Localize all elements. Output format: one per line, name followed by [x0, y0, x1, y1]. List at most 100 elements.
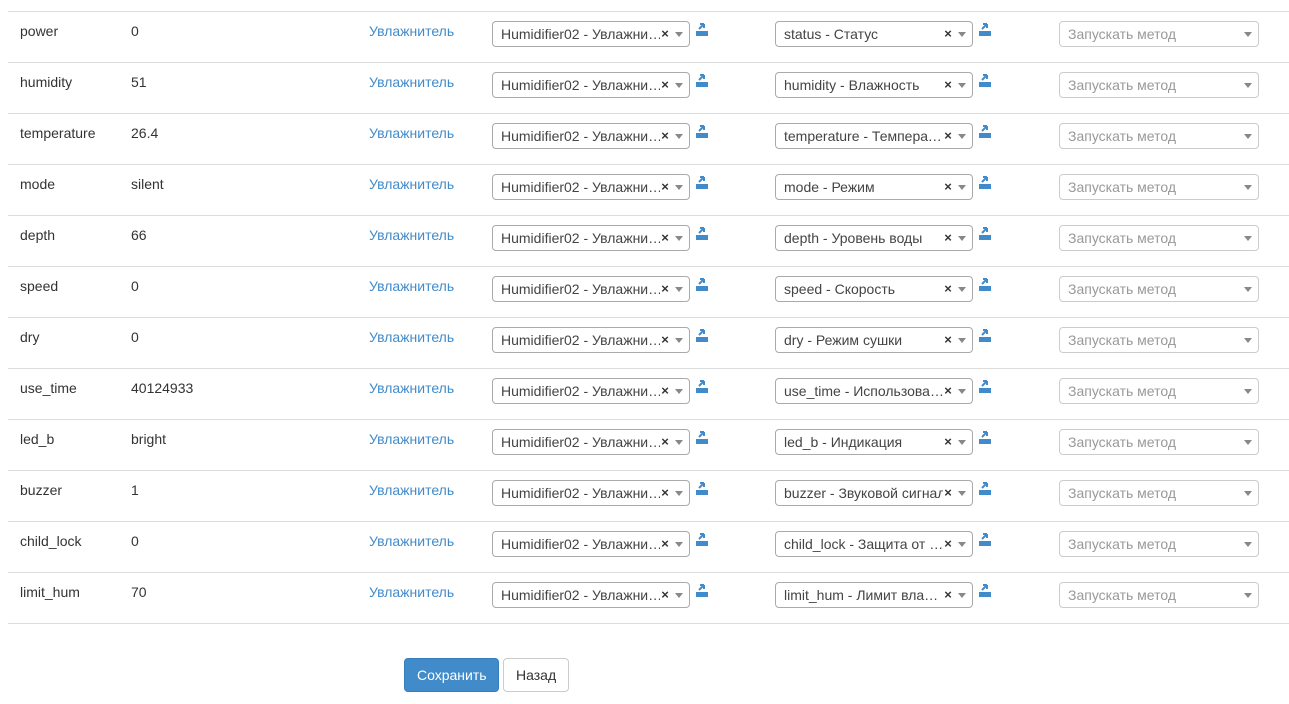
- property-select[interactable]: dry - Режим сушки ×: [775, 327, 973, 353]
- property-select-value: dry - Режим сушки: [784, 332, 903, 348]
- device-link[interactable]: Увлажнитель: [369, 176, 454, 192]
- clear-icon[interactable]: ×: [660, 383, 670, 399]
- clear-icon[interactable]: ×: [660, 230, 670, 246]
- clear-icon[interactable]: ×: [660, 434, 670, 450]
- object-select[interactable]: Humidifier02 - Увлажнитель ×: [492, 276, 690, 302]
- clear-icon[interactable]: ×: [943, 383, 953, 399]
- external-link-icon[interactable]: [978, 533, 992, 547]
- clear-icon[interactable]: ×: [943, 434, 953, 450]
- external-link-icon[interactable]: [978, 227, 992, 241]
- external-link-icon[interactable]: [695, 329, 709, 343]
- external-link-icon[interactable]: [978, 329, 992, 343]
- clear-icon[interactable]: ×: [943, 230, 953, 246]
- clear-icon[interactable]: ×: [660, 587, 670, 603]
- method-select[interactable]: Запускать метод: [1059, 21, 1259, 47]
- device-link[interactable]: Увлажнитель: [369, 584, 454, 600]
- property-select[interactable]: temperature - Температура ×: [775, 123, 973, 149]
- external-link-icon[interactable]: [978, 23, 992, 37]
- object-select[interactable]: Humidifier02 - Увлажнитель ×: [492, 174, 690, 200]
- method-select[interactable]: Запускать метод: [1059, 225, 1259, 251]
- method-select[interactable]: Запускать метод: [1059, 123, 1259, 149]
- clear-icon[interactable]: ×: [943, 536, 953, 552]
- property-select[interactable]: buzzer - Звуковой сигнал ×: [775, 480, 973, 506]
- device-link[interactable]: Увлажнитель: [369, 74, 454, 90]
- device-link[interactable]: Увлажнитель: [369, 125, 454, 141]
- clear-icon[interactable]: ×: [660, 332, 670, 348]
- external-link-icon[interactable]: [978, 125, 992, 139]
- clear-icon[interactable]: ×: [943, 179, 953, 195]
- external-link-icon[interactable]: [695, 431, 709, 445]
- clear-icon[interactable]: ×: [660, 179, 670, 195]
- clear-icon[interactable]: ×: [943, 485, 953, 501]
- device-link[interactable]: Увлажнитель: [369, 533, 454, 549]
- external-link-icon[interactable]: [978, 482, 992, 496]
- method-select[interactable]: Запускать метод: [1059, 327, 1259, 353]
- clear-icon[interactable]: ×: [660, 281, 670, 297]
- clear-icon[interactable]: ×: [660, 536, 670, 552]
- clear-icon[interactable]: ×: [943, 281, 953, 297]
- external-link-icon[interactable]: [695, 482, 709, 496]
- external-link-icon[interactable]: [978, 74, 992, 88]
- property-select[interactable]: child_lock - Защита от детей×: [775, 531, 973, 557]
- property-select[interactable]: humidity - Влажность ×: [775, 72, 973, 98]
- property-select[interactable]: led_b - Индикация ×: [775, 429, 973, 455]
- device-link[interactable]: Увлажнитель: [369, 227, 454, 243]
- device-link[interactable]: Увлажнитель: [369, 380, 454, 396]
- property-select[interactable]: mode - Режим ×: [775, 174, 973, 200]
- object-select[interactable]: Humidifier02 - Увлажнитель ×: [492, 225, 690, 251]
- object-select[interactable]: Humidifier02 - Увлажнитель ×: [492, 378, 690, 404]
- method-select[interactable]: Запускать метод: [1059, 429, 1259, 455]
- clear-icon[interactable]: ×: [943, 77, 953, 93]
- clear-icon[interactable]: ×: [660, 26, 670, 42]
- object-select[interactable]: Humidifier02 - Увлажнитель ×: [492, 480, 690, 506]
- external-link-icon[interactable]: [695, 176, 709, 190]
- object-select[interactable]: Humidifier02 - Увлажнитель ×: [492, 582, 690, 608]
- device-link[interactable]: Увлажнитель: [369, 278, 454, 294]
- save-button[interactable]: Сохранить: [404, 658, 499, 692]
- property-select[interactable]: use_time - Использование ×: [775, 378, 973, 404]
- external-link-icon[interactable]: [695, 23, 709, 37]
- external-link-icon[interactable]: [978, 431, 992, 445]
- device-link[interactable]: Увлажнитель: [369, 431, 454, 447]
- property-value: 66: [131, 227, 147, 243]
- external-link-icon[interactable]: [695, 533, 709, 547]
- external-link-icon[interactable]: [978, 584, 992, 598]
- clear-icon[interactable]: ×: [660, 485, 670, 501]
- method-select[interactable]: Запускать метод: [1059, 480, 1259, 506]
- device-link[interactable]: Увлажнитель: [369, 329, 454, 345]
- object-select[interactable]: Humidifier02 - Увлажнитель ×: [492, 429, 690, 455]
- back-button[interactable]: Назад: [503, 658, 569, 692]
- external-link-icon[interactable]: [978, 380, 992, 394]
- object-select[interactable]: Humidifier02 - Увлажнитель ×: [492, 327, 690, 353]
- method-select[interactable]: Запускать метод: [1059, 72, 1259, 98]
- clear-icon[interactable]: ×: [660, 77, 670, 93]
- object-select[interactable]: Humidifier02 - Увлажнитель ×: [492, 531, 690, 557]
- clear-icon[interactable]: ×: [943, 332, 953, 348]
- external-link-icon[interactable]: [695, 584, 709, 598]
- method-select[interactable]: Запускать метод: [1059, 531, 1259, 557]
- property-select[interactable]: limit_hum - Лимит влажности×: [775, 582, 973, 608]
- method-select[interactable]: Запускать метод: [1059, 276, 1259, 302]
- clear-icon[interactable]: ×: [943, 26, 953, 42]
- device-link[interactable]: Увлажнитель: [369, 23, 454, 39]
- object-select[interactable]: Humidifier02 - Увлажнитель ×: [492, 21, 690, 47]
- external-link-icon[interactable]: [695, 227, 709, 241]
- device-link[interactable]: Увлажнитель: [369, 482, 454, 498]
- clear-icon[interactable]: ×: [943, 587, 953, 603]
- external-link-icon[interactable]: [695, 278, 709, 292]
- method-select[interactable]: Запускать метод: [1059, 378, 1259, 404]
- clear-icon[interactable]: ×: [660, 128, 670, 144]
- method-select[interactable]: Запускать метод: [1059, 582, 1259, 608]
- object-select[interactable]: Humidifier02 - Увлажнитель ×: [492, 123, 690, 149]
- external-link-icon[interactable]: [695, 74, 709, 88]
- external-link-icon[interactable]: [978, 176, 992, 190]
- object-select[interactable]: Humidifier02 - Увлажнитель ×: [492, 72, 690, 98]
- method-select[interactable]: Запускать метод: [1059, 174, 1259, 200]
- external-link-icon[interactable]: [978, 278, 992, 292]
- property-select[interactable]: status - Статус ×: [775, 21, 973, 47]
- external-link-icon[interactable]: [695, 125, 709, 139]
- external-link-icon[interactable]: [695, 380, 709, 394]
- property-select[interactable]: depth - Уровень воды ×: [775, 225, 973, 251]
- clear-icon[interactable]: ×: [943, 128, 953, 144]
- property-select[interactable]: speed - Скорость ×: [775, 276, 973, 302]
